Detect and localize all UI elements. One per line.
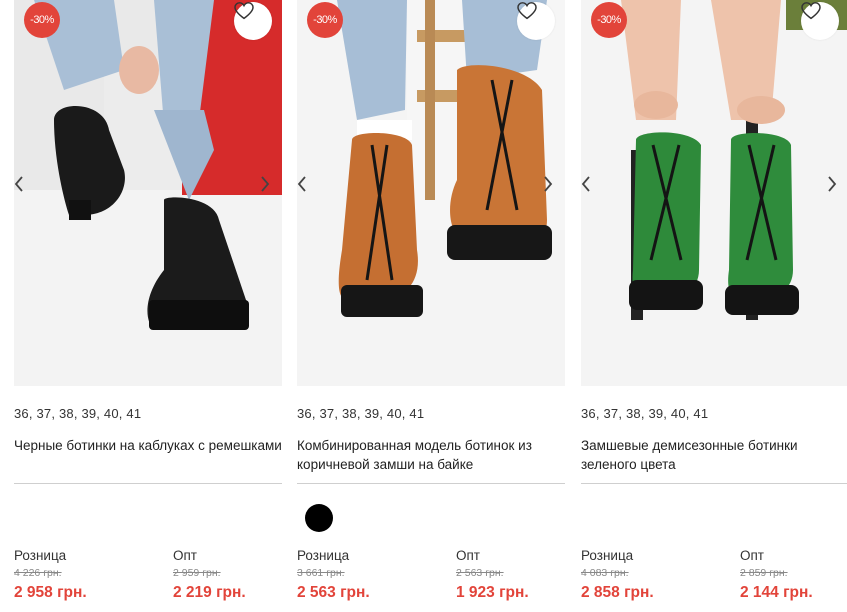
divider	[14, 483, 282, 484]
product-card[interactable]: -30% 36, 37, 38, 39, 40, 41 Комбинирован…	[297, 0, 565, 612]
wholesale-new-price: 2 144 грн.	[740, 584, 813, 601]
retail-price: Розница 4 226 грн. 2 958 грн.	[14, 548, 87, 602]
retail-price: Розница 4 083 грн. 2 858 грн.	[581, 548, 654, 602]
chevron-right-icon	[828, 176, 837, 192]
prev-image-button[interactable]	[581, 176, 601, 202]
color-swatch-black[interactable]	[305, 504, 333, 532]
favorite-button[interactable]	[234, 2, 272, 40]
heart-outline-icon	[517, 2, 537, 20]
product-card[interactable]: -30% 36, 37, 38, 39, 40, 41 Черные ботин…	[14, 0, 282, 612]
retail-price: Розница 3 661 грн. 2 563 грн.	[297, 548, 370, 602]
available-sizes: 36, 37, 38, 39, 40, 41	[14, 406, 142, 421]
heart-outline-icon	[801, 2, 821, 20]
chevron-left-icon	[14, 176, 23, 192]
favorite-button[interactable]	[801, 2, 839, 40]
retail-label: Розница	[297, 548, 350, 563]
wholesale-old-price: 2 959 грн.	[173, 567, 221, 579]
product-grid: -30% 36, 37, 38, 39, 40, 41 Черные ботин…	[0, 0, 847, 612]
retail-old-price: 3 661 грн.	[297, 567, 345, 579]
available-sizes: 36, 37, 38, 39, 40, 41	[297, 406, 425, 421]
chevron-right-icon	[544, 176, 553, 192]
next-image-button[interactable]	[543, 176, 563, 202]
product-name[interactable]: Замшевые демисезонные ботинки зеленого ц…	[581, 436, 847, 474]
retail-new-price: 2 563 грн.	[297, 584, 370, 601]
chevron-left-icon	[581, 176, 590, 192]
retail-label: Розница	[581, 548, 634, 563]
wholesale-label: Опт	[173, 548, 197, 563]
next-image-button[interactable]	[827, 176, 847, 202]
divider	[581, 483, 847, 484]
product-name[interactable]: Черные ботинки на каблуках с ремешками	[14, 436, 282, 455]
product-image[interactable]: -30%	[581, 0, 847, 386]
divider	[297, 483, 565, 484]
prev-image-button[interactable]	[297, 176, 317, 202]
retail-new-price: 2 858 грн.	[581, 584, 654, 601]
wholesale-new-price: 1 923 грн.	[456, 584, 529, 601]
retail-label: Розница	[14, 548, 67, 563]
wholesale-new-price: 2 219 грн.	[173, 584, 246, 601]
wholesale-price: Опт 2 563 грн. 1 923 грн.	[456, 548, 529, 602]
wholesale-label: Опт	[740, 548, 764, 563]
chevron-left-icon	[297, 176, 306, 192]
chevron-right-icon	[261, 176, 270, 192]
discount-badge: -30%	[24, 2, 60, 38]
discount-badge: -30%	[307, 2, 343, 38]
product-name[interactable]: Комбинированная модель ботинок из коричн…	[297, 436, 565, 474]
wholesale-old-price: 2 563 грн.	[456, 567, 504, 579]
discount-badge: -30%	[591, 2, 627, 38]
wholesale-old-price: 2 859 грн.	[740, 567, 788, 579]
next-image-button[interactable]	[260, 176, 280, 202]
wholesale-label: Опт	[456, 548, 480, 563]
favorite-button[interactable]	[517, 2, 555, 40]
retail-new-price: 2 958 грн.	[14, 584, 87, 601]
product-image[interactable]: -30%	[14, 0, 282, 386]
wholesale-price: Опт 2 859 грн. 2 144 грн.	[740, 548, 813, 602]
retail-old-price: 4 226 грн.	[14, 567, 62, 579]
prev-image-button[interactable]	[14, 176, 34, 202]
retail-old-price: 4 083 грн.	[581, 567, 629, 579]
product-card[interactable]: -30% 36, 37, 38, 39, 40, 41 Замшевые дем…	[581, 0, 847, 612]
available-sizes: 36, 37, 38, 39, 40, 41	[581, 406, 709, 421]
product-image[interactable]: -30%	[297, 0, 565, 386]
wholesale-price: Опт 2 959 грн. 2 219 грн.	[173, 548, 246, 602]
heart-outline-icon	[234, 2, 254, 20]
